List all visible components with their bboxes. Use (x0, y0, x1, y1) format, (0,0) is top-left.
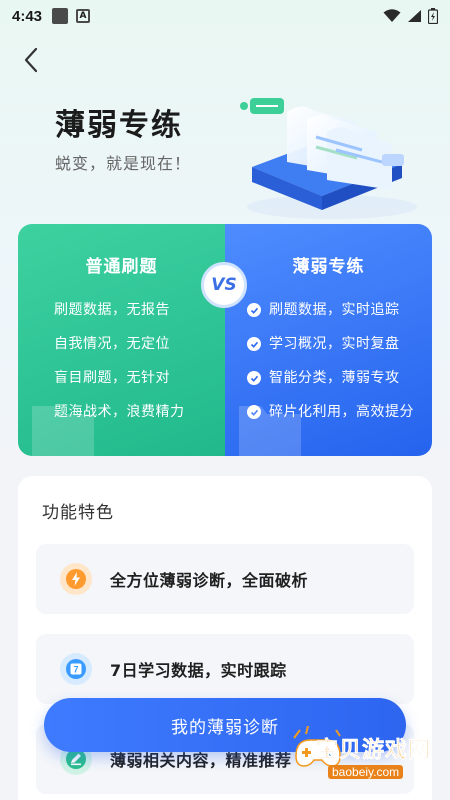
lightning-icon (60, 563, 92, 595)
app-notification-icon: A (76, 9, 91, 23)
svg-text:7: 7 (73, 665, 78, 675)
ordinary-practice-title: 普通刷题 (85, 257, 158, 277)
feature-item-study-data[interactable]: 7 7日学习数据，实时跟踪 (36, 634, 414, 704)
list-item: 自我情况，无定位 (54, 336, 170, 352)
wifi-icon (383, 9, 401, 22)
feature-item-diagnosis[interactable]: 全方位薄弱诊断，全面破析 (36, 544, 414, 614)
battery-icon (428, 8, 438, 24)
list-item: 刷题数据，实时追踪 (247, 300, 414, 334)
features-title: 功能特色 (42, 503, 114, 523)
list-item: 刷题数据，无报告 (54, 302, 170, 318)
watermark-url: baobeiy.com (328, 765, 404, 779)
chevron-left-icon (24, 47, 38, 73)
status-bar: 4:43 A (0, 0, 450, 32)
weakness-practice-column: 薄弱专练 刷题数据，实时追踪 学习概况，实时复盘 智能分类，薄弱专攻 碎片化利用… (225, 224, 432, 456)
feature-text: 7日学习数据，实时跟踪 (110, 661, 287, 680)
signal-icon (408, 10, 421, 22)
status-time: 4:43 (12, 7, 43, 25)
list-item-text: 学习概况，实时复盘 (269, 336, 400, 352)
folder-decoration-icon (239, 406, 301, 456)
ordinary-practice-column: 普通刷题 刷题数据，无报告 自我情况，无定位 盲目刷题，无针对 题海战术，浪费精… (18, 224, 225, 456)
page-title: 薄弱专练 (55, 108, 183, 143)
list-item-text: 刷题数据，实时追踪 (269, 302, 400, 318)
notification-icon (52, 8, 69, 24)
documents-illustration (240, 98, 417, 219)
feature-text: 全方位薄弱诊断，全面破析 (110, 571, 309, 590)
watermark-text: 宝贝游戏网 (316, 738, 432, 764)
list-item-text: 智能分类，薄弱专攻 (269, 370, 400, 386)
folder-decoration-icon (32, 406, 94, 456)
check-icon (247, 303, 261, 317)
page-subtitle: 蜕变，就是现在！ (55, 154, 192, 173)
comparison-card: 普通刷题 刷题数据，无报告 自我情况，无定位 盲目刷题，无针对 题海战术，浪费精… (18, 224, 432, 456)
watermark-logo: 宝贝游戏网 baobeiy.com (292, 726, 448, 794)
calendar-7-icon: 7 (60, 653, 92, 685)
check-icon (247, 371, 261, 385)
back-button[interactable] (18, 46, 46, 74)
vs-badge: VS (201, 262, 247, 308)
check-icon (247, 337, 261, 351)
list-item: 学习概况，实时复盘 (247, 334, 414, 368)
weakness-practice-title: 薄弱专练 (292, 257, 365, 277)
